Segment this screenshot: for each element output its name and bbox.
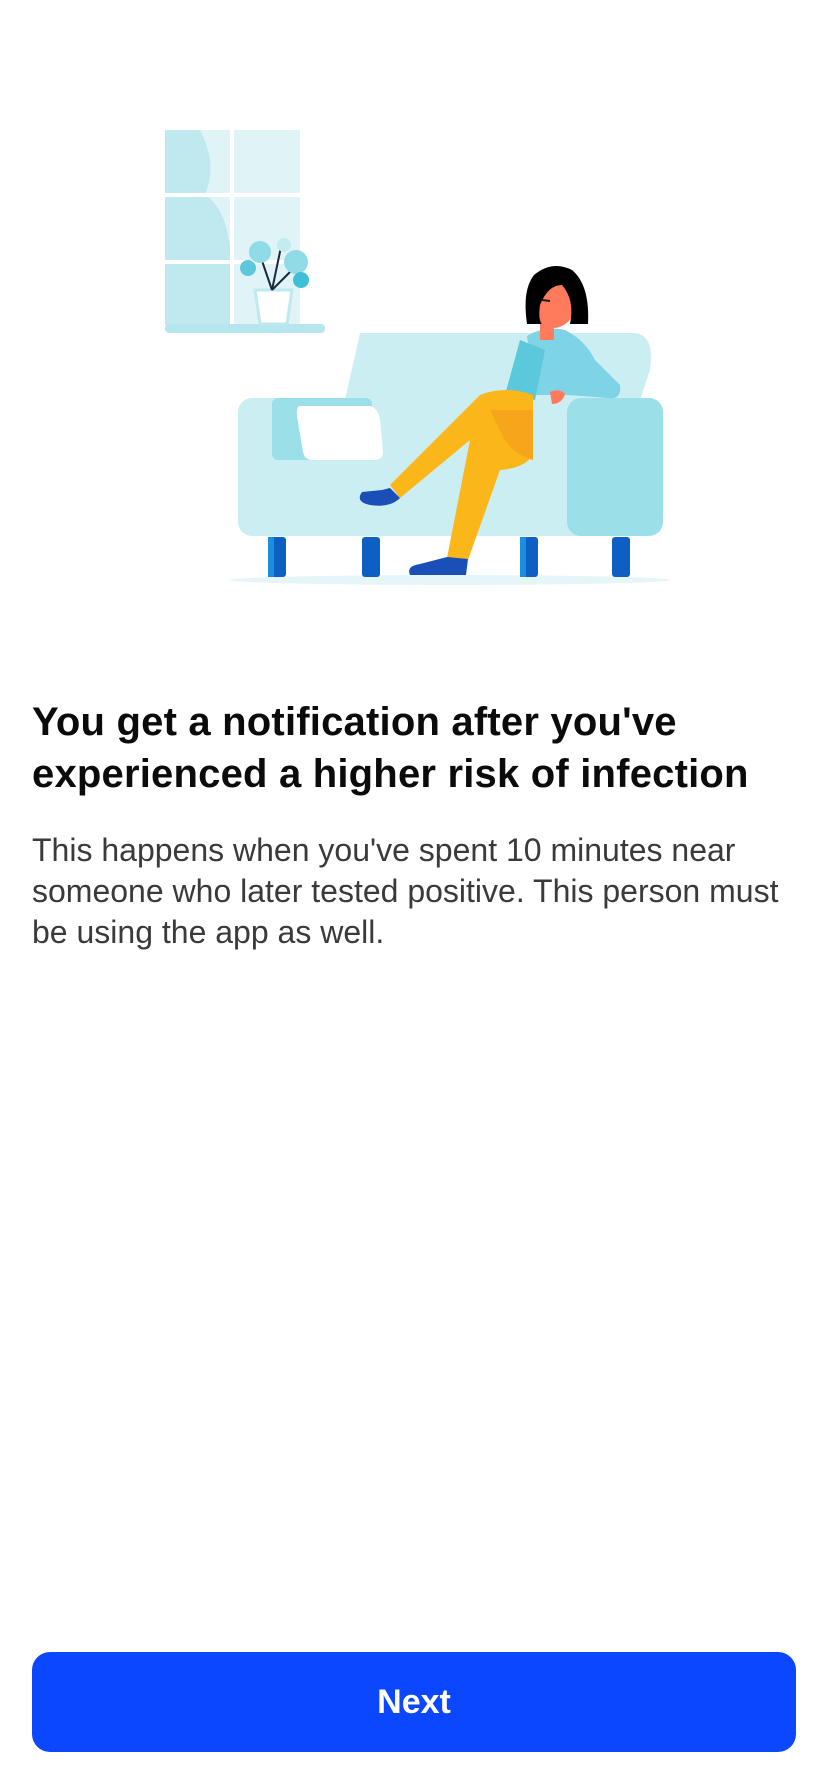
- onboarding-content: You get a notification after you've expe…: [32, 696, 796, 953]
- description-text: This happens when you've spent 10 minute…: [32, 832, 779, 950]
- next-button[interactable]: Next: [32, 1652, 796, 1752]
- person-on-sofa-illustration: [165, 130, 670, 585]
- page-title: You get a notification after you've expe…: [32, 700, 749, 796]
- window-illustration: [165, 130, 325, 333]
- floor-shadow: [230, 575, 670, 585]
